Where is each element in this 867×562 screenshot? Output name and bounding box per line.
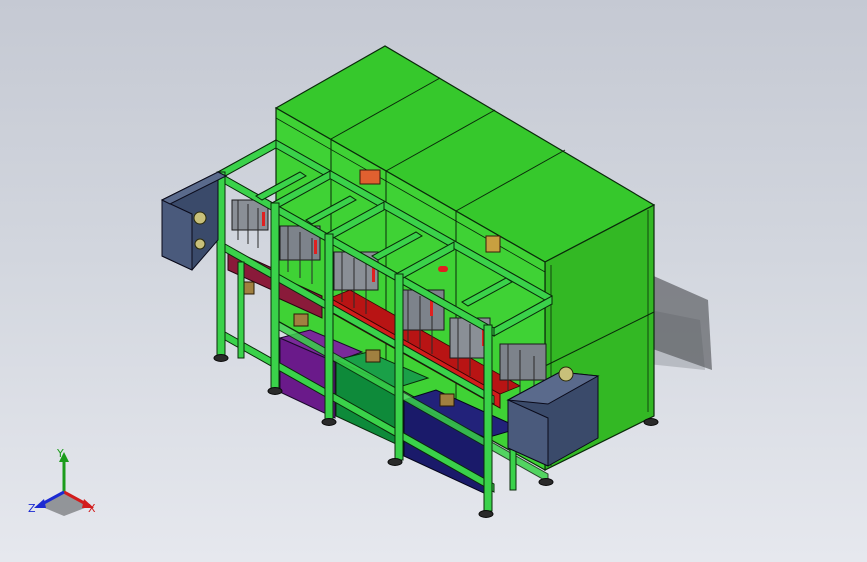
frame-post [237, 261, 245, 359]
back-device [485, 235, 501, 253]
coordinate-triad: Y X Z [26, 446, 106, 526]
model-viewport[interactable]: Y X Z [0, 0, 867, 562]
frame-leg [270, 202, 280, 390]
frame-leg [324, 233, 334, 421]
frame-leg [483, 324, 493, 512]
tan-block [365, 349, 381, 363]
left-end-box [160, 171, 228, 271]
x-axis-label: X [88, 502, 96, 515]
y-axis-label: Y [57, 447, 64, 460]
frame-leg [394, 273, 404, 461]
tan-block [439, 393, 455, 407]
tan-block [293, 313, 309, 327]
machine-model[interactable] [0, 0, 867, 562]
z-axis-label: Z [28, 502, 36, 515]
back-device [359, 169, 381, 185]
frame-cross [217, 139, 277, 181]
triad-base [40, 492, 90, 516]
